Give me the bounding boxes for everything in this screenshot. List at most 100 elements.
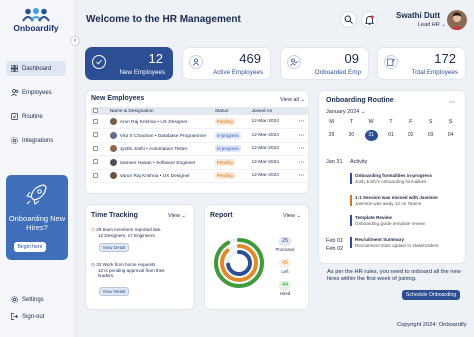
view-dropdown[interactable]: View ⌄ <box>283 213 301 219</box>
activity-item[interactable]: Recruitment Summary Recruitment stats upd… <box>350 237 460 249</box>
row-select-cell[interactable] <box>91 169 108 183</box>
search-icon <box>344 15 353 24</box>
employees-table: Name & Designation Status Joined on Arun… <box>91 107 309 183</box>
card-title: Onboarding Routine <box>326 97 394 104</box>
row-actions[interactable]: ⋯ <box>296 128 309 143</box>
month-selector[interactable]: January 2024 ⌄ <box>326 109 365 115</box>
new-employees-card: New Employees View all ⌄ Name & Designat… <box>85 90 309 194</box>
employee-designation: Database Programmer <box>157 133 207 139</box>
report-stat-label: Hired <box>279 291 291 296</box>
row-select-cell[interactable] <box>91 142 108 156</box>
more-icon: ⋯ <box>298 173 304 180</box>
sidebar-item-dashboard[interactable]: Dashboard <box>6 61 66 76</box>
column-header[interactable]: Status <box>212 107 250 115</box>
avatar <box>109 145 117 153</box>
column-header[interactable]: Name & Designation <box>107 107 213 115</box>
calendar-day[interactable]: 04 <box>444 130 457 141</box>
joined-cell: 12-Mar-2024 <box>249 128 297 143</box>
sidebar-item-routine[interactable]: Routine <box>6 109 66 124</box>
employee-designation: UX Designer <box>162 174 190 180</box>
row-actions[interactable]: ⋯ <box>296 142 309 156</box>
search-button[interactable] <box>340 11 357 28</box>
stat-card-onboarded-employees[interactable]: 09 Onboarded Emp <box>280 47 369 80</box>
report-stat-value: 25 <box>279 237 291 246</box>
table-row[interactable]: Sameer Hasan • Software Engineer Pending 1… <box>91 155 309 170</box>
weekday-label: T <box>389 119 393 125</box>
stat-card-new-employees[interactable]: 12 New Employees <box>85 47 173 80</box>
clock-icon: ◷ <box>91 262 96 267</box>
table-row[interactable]: Arun Raj Krishna • UX Designer Pending 12-… <box>91 115 309 129</box>
avatar <box>109 131 117 139</box>
more-options-button[interactable]: ⋯ <box>449 99 455 106</box>
notifications-button[interactable] <box>361 11 378 28</box>
activity-item[interactable]: Onboarding formalities in-progress Josh J… <box>350 173 460 185</box>
calendar-day[interactable]: 30 <box>345 130 358 141</box>
row-checkbox[interactable] <box>93 172 98 178</box>
activity-item[interactable]: 1:1 Session was missed with Jasmine Jasmi… <box>350 195 460 207</box>
select-all-header[interactable] <box>91 107 108 115</box>
avatar[interactable] <box>447 10 467 30</box>
joined-cell: 12-Mar-2024 <box>249 115 297 129</box>
sidebar-item-integrations[interactable]: Integrations <box>6 133 66 148</box>
stat-label: Active Employees <box>212 69 263 76</box>
employee-cell: Arun Raj Krishna • UX Designer <box>107 115 213 129</box>
app-root: Onboardify Dashboard Employees Routine I… <box>0 0 474 337</box>
row-checkbox[interactable] <box>93 118 98 124</box>
table-row[interactable]: Vira S Chauhan • Database Programmer In-p… <box>91 128 309 143</box>
row-checkbox[interactable] <box>93 132 98 138</box>
report-stat-label: Promoted <box>275 247 295 252</box>
date-label: Jan 31 <box>326 159 343 165</box>
row-select-cell[interactable] <box>91 155 108 170</box>
calendar-day[interactable]: 02 <box>404 130 417 141</box>
sidebar-item-employees[interactable]: Employees <box>6 85 66 100</box>
view-all-link[interactable]: View all ⌄ <box>280 97 305 103</box>
view-dropdown[interactable]: View ⌄ <box>168 213 186 219</box>
row-actions[interactable]: ⋯ <box>296 169 309 183</box>
view-detail-button[interactable]: View Detail <box>99 243 129 252</box>
table-row[interactable]: Jyothi Joshi • Automation Tester In-progr… <box>91 142 309 156</box>
view-detail-button[interactable]: View Detail <box>99 287 129 296</box>
schedule-onboarding-button[interactable]: Schedule Onboarding <box>402 290 460 300</box>
sidebar-item-settings[interactable]: Settings <box>6 292 66 307</box>
begin-here-button[interactable]: Begin here <box>14 242 46 252</box>
calendar-day[interactable]: 31 <box>364 130 378 141</box>
row-checkbox[interactable] <box>93 145 98 151</box>
sidebar-item-signout[interactable]: Sign-out <box>6 309 66 324</box>
promo-title: Onboarding New Hires? <box>8 214 66 232</box>
column-header-actions <box>296 107 309 115</box>
calendar-day[interactable]: 03 <box>424 130 437 141</box>
stat-label: Onboarded Emp <box>314 69 361 76</box>
page-title: Welcome to the HR Management <box>86 14 241 25</box>
report-card: Report View ⌄ 25 Promoted 45 Left 44 Hired <box>204 204 309 310</box>
employee-cell: Sameer Hasan • Software Engineer <box>107 155 213 170</box>
joined-cell: 12-Mar-2024 <box>249 142 297 156</box>
logo[interactable]: Onboardify <box>12 8 60 33</box>
table-row[interactable]: Varun Raj Krishna • UX Designer Pending 12… <box>91 169 309 183</box>
row-actions[interactable]: ⋯ <box>296 115 309 129</box>
column-header[interactable]: Joined on <box>249 107 297 115</box>
calendar-day[interactable]: 01 <box>384 130 397 141</box>
row-select-cell[interactable] <box>91 115 108 129</box>
row-checkbox[interactable] <box>93 159 98 165</box>
users-icon <box>10 88 19 97</box>
report-stat-value: 44 <box>279 281 291 290</box>
collapse-sidebar-button[interactable]: ‹ <box>70 36 80 46</box>
calendar-day[interactable]: 29 <box>325 130 338 141</box>
stat-card-active-employees[interactable]: 469 Active Employees <box>182 47 271 80</box>
table-header-row: Name & Designation Status Joined on <box>91 107 309 115</box>
user-role[interactable]: Lead HR ⌄ <box>418 22 446 28</box>
select-all-checkbox[interactable] <box>93 108 98 114</box>
user-check-icon <box>287 55 301 69</box>
row-actions[interactable]: ⋯ <box>296 155 309 170</box>
check-circle-icon <box>92 55 106 69</box>
row-select-cell[interactable] <box>91 128 108 143</box>
date-label: Feb 01 Feb 02 <box>326 237 346 253</box>
activity-detail: Recruitment stats update to stakeholders <box>355 242 439 248</box>
activity-detail: Jasmine was away 12 on Teams <box>355 200 422 206</box>
stat-value: 172 <box>434 51 456 66</box>
employee-cell: Vira S Chauhan • Database Programmer <box>107 128 213 143</box>
activity-item[interactable]: Template Review Onboarding guide template… <box>350 215 460 227</box>
stat-card-total-employees[interactable]: 172 Total Employees <box>377 47 466 80</box>
weekday-label: S <box>448 119 453 125</box>
signout-icon <box>10 312 19 321</box>
